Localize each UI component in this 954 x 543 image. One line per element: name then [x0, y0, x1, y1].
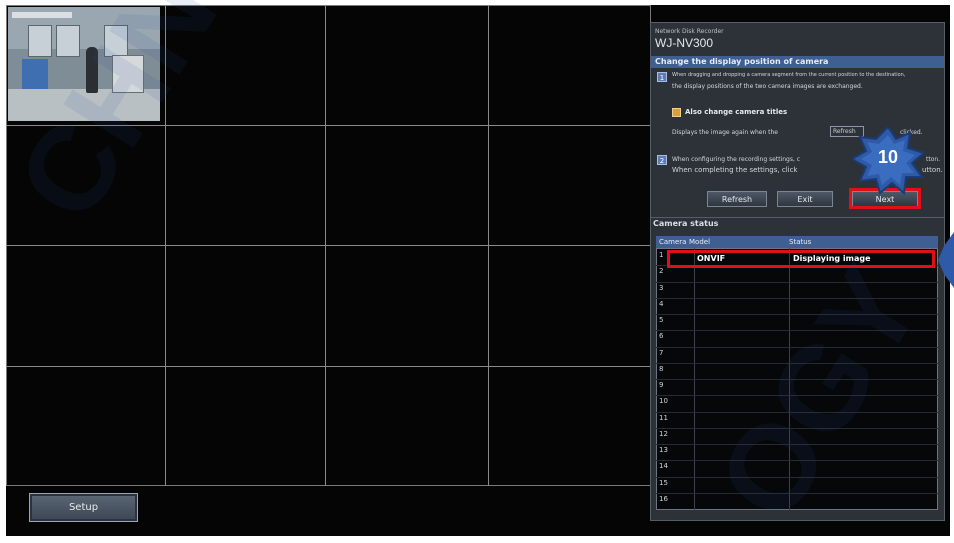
step-2-line-1: When configuring the recording settings,…	[672, 156, 801, 163]
row-divider	[656, 314, 938, 315]
also-change-titles-label: Also change camera titles	[685, 108, 788, 116]
camera-1-status: Displaying image	[793, 254, 871, 263]
also-change-titles-checkbox[interactable]	[672, 108, 681, 117]
exit-button[interactable]: Exit	[777, 191, 833, 207]
step-2-line-2: When completing the settings, click	[672, 166, 798, 174]
row-divider	[656, 330, 938, 332]
refresh-description: Displays the image again when the	[672, 129, 778, 136]
row-divider	[656, 460, 938, 462]
camera-3-slot[interactable]	[326, 6, 487, 124]
camera-status-title: Camera status	[653, 219, 719, 228]
partial-callout-badge	[938, 232, 954, 288]
row-divider	[656, 444, 938, 445]
grid-divider	[6, 245, 651, 246]
camera-4-slot[interactable]	[489, 6, 649, 124]
step-2-line-1-end: tton.	[926, 156, 941, 163]
camera-number: 1	[659, 251, 664, 259]
change-position-title: Change the display position of camera	[651, 56, 944, 68]
row-divider	[656, 297, 938, 299]
grid-divider	[6, 366, 651, 367]
row-divider	[656, 281, 938, 283]
camera-2-slot[interactable]	[166, 6, 324, 124]
step-2-line-2-end: utton.	[922, 166, 943, 174]
row-divider	[656, 395, 938, 397]
recorder-model: WJ-NV300	[655, 36, 714, 50]
refresh-button[interactable]: Refresh	[707, 191, 767, 207]
row-divider	[656, 476, 938, 478]
grid-divider	[6, 125, 651, 126]
camera-1-image[interactable]	[8, 7, 160, 121]
row-divider	[656, 427, 938, 429]
step-1-line-1: When dragging and dropping a camera segm…	[672, 72, 906, 78]
row-divider	[656, 346, 938, 348]
camera-1-model: ONVIF	[697, 254, 726, 263]
row-divider	[656, 492, 938, 494]
step-1-line-2: the display positions of the two camera …	[672, 83, 863, 90]
recorder-subtitle: Network Disk Recorder	[655, 28, 724, 35]
setup-button[interactable]: Setup	[29, 493, 138, 522]
callout-number: 10	[877, 147, 899, 167]
row-divider	[656, 362, 938, 364]
step-1-icon: 1	[657, 72, 667, 82]
row-divider	[656, 411, 938, 413]
step-2-icon: 2	[657, 155, 667, 165]
row-divider	[656, 379, 938, 380]
